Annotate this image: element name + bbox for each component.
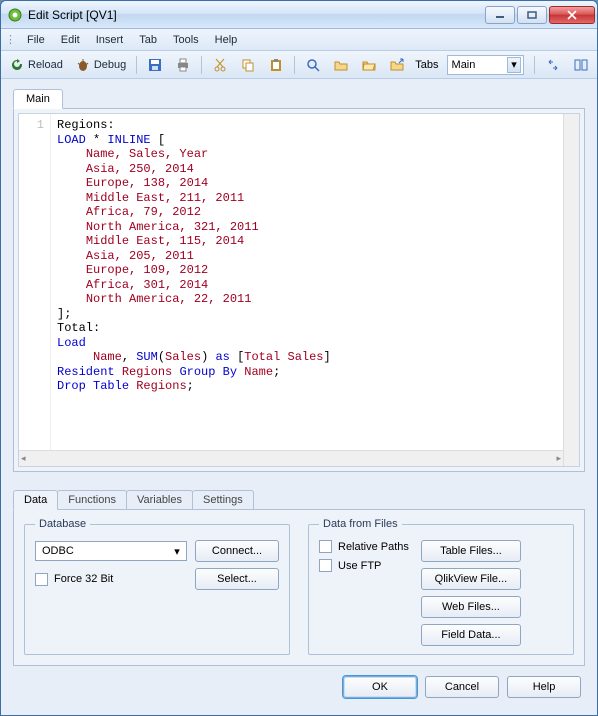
dialog-buttons: OK Cancel Help — [13, 666, 585, 698]
edit-script-window: Edit Script [QV1] ⋮ File Edit Insert Tab… — [0, 0, 598, 716]
menu-tools[interactable]: Tools — [165, 32, 207, 48]
bottom-panel: Database ODBC ▾ Connect... Force 32 Bit … — [13, 509, 585, 666]
editor-frame: 1 Regions:LOAD * INLINE [ Name, Sales, Y… — [13, 108, 585, 472]
table-files-button[interactable]: Table Files... — [421, 540, 521, 562]
paste-icon[interactable] — [264, 55, 288, 75]
cancel-button[interactable]: Cancel — [425, 676, 499, 698]
reload-label: Reload — [28, 59, 63, 71]
database-driver-combo[interactable]: ODBC ▾ — [35, 541, 187, 561]
chevron-down-icon: ▾ — [170, 543, 184, 559]
database-legend: Database — [35, 518, 90, 530]
export-icon[interactable] — [385, 55, 409, 75]
reload-button[interactable]: Reload — [5, 55, 67, 75]
bottom-tab-variables[interactable]: Variables — [126, 490, 193, 509]
help-button[interactable]: Help — [507, 676, 581, 698]
bottom-tab-settings[interactable]: Settings — [192, 490, 254, 509]
debug-button[interactable]: Debug — [71, 55, 130, 75]
layout-icon[interactable] — [569, 55, 593, 75]
select-button[interactable]: Select... — [195, 568, 279, 590]
script-code[interactable]: Regions:LOAD * INLINE [ Name, Sales, Yea… — [51, 114, 563, 466]
line-number: 1 — [19, 118, 44, 132]
tabs-combo[interactable]: Main ▾ — [447, 55, 524, 75]
force-32bit-label: Force 32 Bit — [54, 573, 113, 585]
content-area: Main 1 Regions:LOAD * INLINE [ Name, Sal… — [1, 79, 597, 715]
menu-tab[interactable]: Tab — [131, 32, 165, 48]
search-icon[interactable] — [301, 55, 325, 75]
titlebar[interactable]: Edit Script [QV1] — [1, 1, 597, 29]
cut-icon[interactable] — [208, 55, 232, 75]
menubar-grip-icon: ⋮ — [5, 33, 15, 46]
app-icon — [7, 7, 23, 23]
menu-insert[interactable]: Insert — [88, 32, 132, 48]
tabs-label: Tabs — [415, 59, 438, 71]
use-ftp-label: Use FTP — [338, 560, 381, 572]
bottom-tab-functions[interactable]: Functions — [57, 490, 127, 509]
line-gutter: 1 — [19, 114, 51, 466]
relative-paths-checkbox[interactable] — [319, 540, 332, 553]
menubar: ⋮ File Edit Insert Tab Tools Help — [1, 29, 597, 51]
minimize-button[interactable] — [485, 6, 515, 24]
data-from-files-group: Data from Files Relative Paths Use FTP — [308, 518, 574, 655]
bottom-tab-data[interactable]: Data — [13, 490, 58, 510]
use-ftp-checkbox[interactable] — [319, 559, 332, 572]
toolbar: Reload Debug Tabs Main ▾ — [1, 51, 597, 79]
files-legend: Data from Files — [319, 518, 402, 530]
field-data-button[interactable]: Field Data... — [421, 624, 521, 646]
folder-icon[interactable] — [329, 55, 353, 75]
tabs-combo-value: Main — [452, 59, 476, 71]
menu-help[interactable]: Help — [207, 32, 246, 48]
database-group: Database ODBC ▾ Connect... Force 32 Bit … — [24, 518, 290, 655]
connect-button[interactable]: Connect... — [195, 540, 279, 562]
ok-button[interactable]: OK — [343, 676, 417, 698]
menu-edit[interactable]: Edit — [53, 32, 88, 48]
window-title: Edit Script [QV1] — [28, 8, 485, 22]
qlikview-file-button[interactable]: QlikView File... — [421, 568, 521, 590]
chevron-down-icon: ▾ — [507, 57, 521, 73]
database-driver-value: ODBC — [42, 545, 74, 557]
folder-open-icon[interactable] — [357, 55, 381, 75]
menu-file[interactable]: File — [19, 32, 53, 48]
tab-order-icon[interactable] — [541, 55, 565, 75]
editor-tab-label: Main — [26, 93, 50, 105]
horizontal-scrollbar[interactable]: ◂▸ — [19, 450, 563, 466]
vertical-scrollbar[interactable] — [563, 114, 579, 466]
close-button[interactable] — [549, 6, 595, 24]
script-editor[interactable]: 1 Regions:LOAD * INLINE [ Name, Sales, Y… — [18, 113, 580, 467]
print-icon[interactable] — [171, 55, 195, 75]
copy-icon[interactable] — [236, 55, 260, 75]
editor-tab-main[interactable]: Main — [13, 89, 63, 109]
force-32bit-checkbox[interactable] — [35, 573, 48, 586]
debug-label: Debug — [94, 59, 126, 71]
web-files-button[interactable]: Web Files... — [421, 596, 521, 618]
save-icon[interactable] — [143, 55, 167, 75]
maximize-button[interactable] — [517, 6, 547, 24]
relative-paths-label: Relative Paths — [338, 541, 409, 553]
